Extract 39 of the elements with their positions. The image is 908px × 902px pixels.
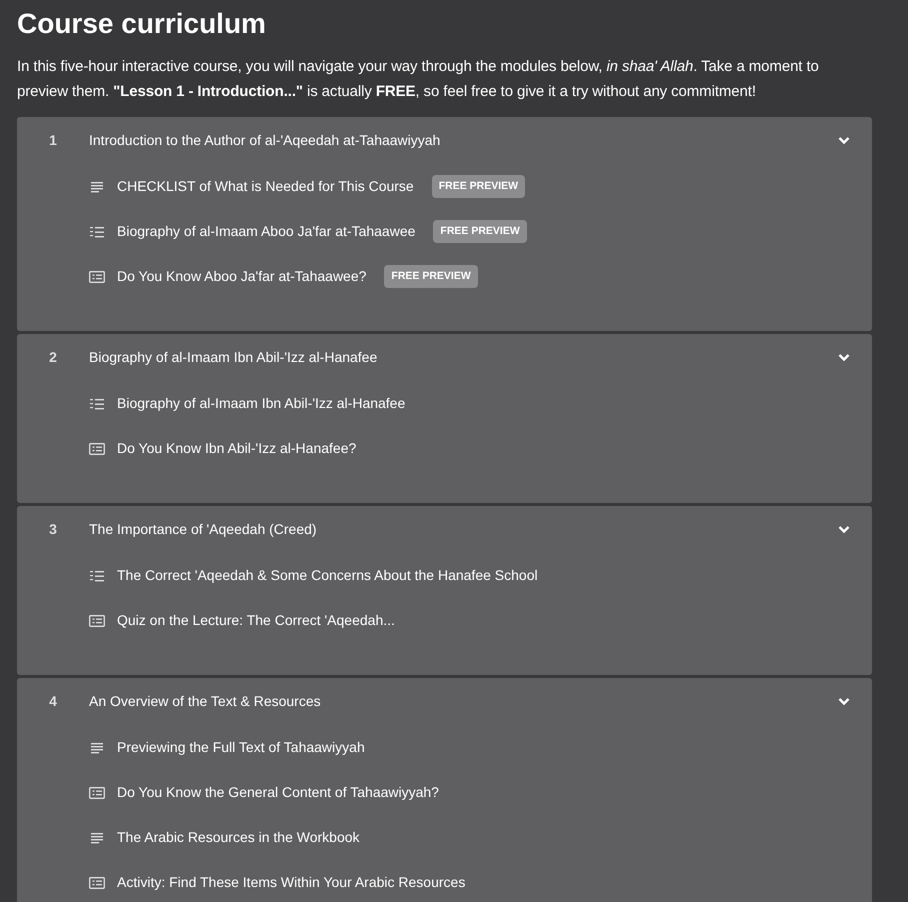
intro-paragraph: In this five-hour interactive course, you will navigate your way through the modules below, in shaa' Allah. Take a moment to preview them. "Lesson 1 - Introduction..." is actually FREE, so feel free to give it a try without any commitment! — [17, 57, 820, 102]
chevron-icon[interactable] — [838, 524, 850, 534]
section-number: 2 — [48, 348, 58, 366]
section-title[interactable]: Introduction to the Author of al-'Aqeedah at-Tahaawiyyah — [89, 130, 838, 150]
section-title[interactable]: An Overview of the Text & Resources — [89, 690, 838, 712]
lesson-link[interactable]: Quiz on the Lecture: The Correct 'Aqeedah... — [117, 610, 395, 631]
lesson-link[interactable]: Do You Know Ibn Abil-'Izz al-Hanafee? — [117, 438, 356, 459]
section-title[interactable]: Biography of al-Imaam Ibn Abil-'Izz al-Hanafee — [89, 346, 838, 368]
lesson-link[interactable]: Do You Know Aboo Ja'far at-Tahaawee? — [117, 266, 366, 287]
section-number: 1 — [48, 130, 58, 150]
lesson-link[interactable]: Do You Know the General Content of Tahaawiyyah? — [117, 782, 439, 803]
quiz-card-icon — [89, 786, 105, 800]
page-title: Course curriculum — [17, 7, 267, 41]
free-preview-badge[interactable]: FREE PREVIEW — [433, 220, 527, 244]
chevron-icon[interactable] — [838, 352, 850, 362]
section-number: 3 — [48, 520, 58, 538]
lesson-link[interactable]: Previewing the Full Text of Tahaawiyyah — [117, 737, 365, 758]
chevron-icon[interactable] — [838, 136, 850, 144]
checklist-icon — [89, 224, 105, 238]
lesson-link[interactable]: Biography of al-Imaam Ibn Abil-'Izz al-Hanafee — [117, 393, 406, 414]
checklist-icon — [89, 396, 105, 410]
lesson-link[interactable]: The Correct 'Aqeedah & Some Concerns About the Hanafee School — [117, 565, 538, 586]
chevron-icon[interactable] — [838, 696, 850, 706]
quiz-card-icon — [89, 614, 105, 628]
text-lines-icon — [89, 180, 105, 194]
section-number: 4 — [48, 692, 58, 710]
text-lines-icon — [89, 740, 105, 754]
quiz-card-icon — [89, 270, 105, 284]
text-lines-icon — [89, 830, 105, 844]
lesson-link[interactable]: The Arabic Resources in the Workbook — [117, 827, 360, 848]
quiz-card-icon — [89, 876, 105, 890]
lesson-link[interactable]: CHECKLIST of What is Needed for This Course — [117, 176, 414, 197]
free-preview-badge[interactable]: FREE PREVIEW — [432, 174, 526, 198]
quiz-card-icon — [89, 442, 105, 456]
checklist-icon — [89, 568, 105, 582]
lesson-link[interactable]: Activity: Find These Items Within Your Arabic Resources — [117, 872, 466, 893]
lesson-link[interactable]: Biography of al-Imaam Aboo Ja'far at-Tahaawee — [117, 221, 416, 242]
section-title[interactable]: The Importance of 'Aqeedah (Creed) — [89, 518, 838, 540]
free-preview-badge[interactable]: FREE PREVIEW — [384, 264, 478, 288]
